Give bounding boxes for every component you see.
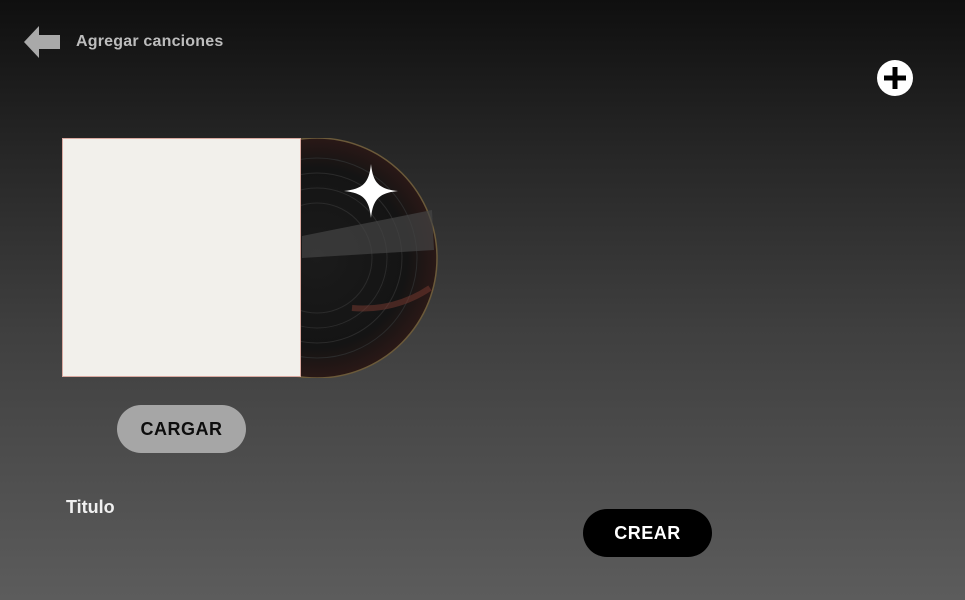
header: Agregar canciones: [24, 24, 223, 60]
sparkle-icon: [344, 164, 398, 218]
page-title: Agregar canciones: [76, 33, 224, 50]
album-cover-area: [62, 138, 438, 378]
title-field-label: Titulo: [66, 497, 115, 517]
upload-button[interactable]: CARGAR: [117, 405, 246, 453]
add-button[interactable]: [876, 59, 914, 97]
cover-image-placeholder[interactable]: [62, 138, 301, 377]
arrow-left-icon: [24, 26, 60, 58]
plus-circle-icon: [877, 60, 913, 96]
create-button[interactable]: CREAR: [583, 509, 712, 557]
back-button[interactable]: [24, 24, 62, 60]
